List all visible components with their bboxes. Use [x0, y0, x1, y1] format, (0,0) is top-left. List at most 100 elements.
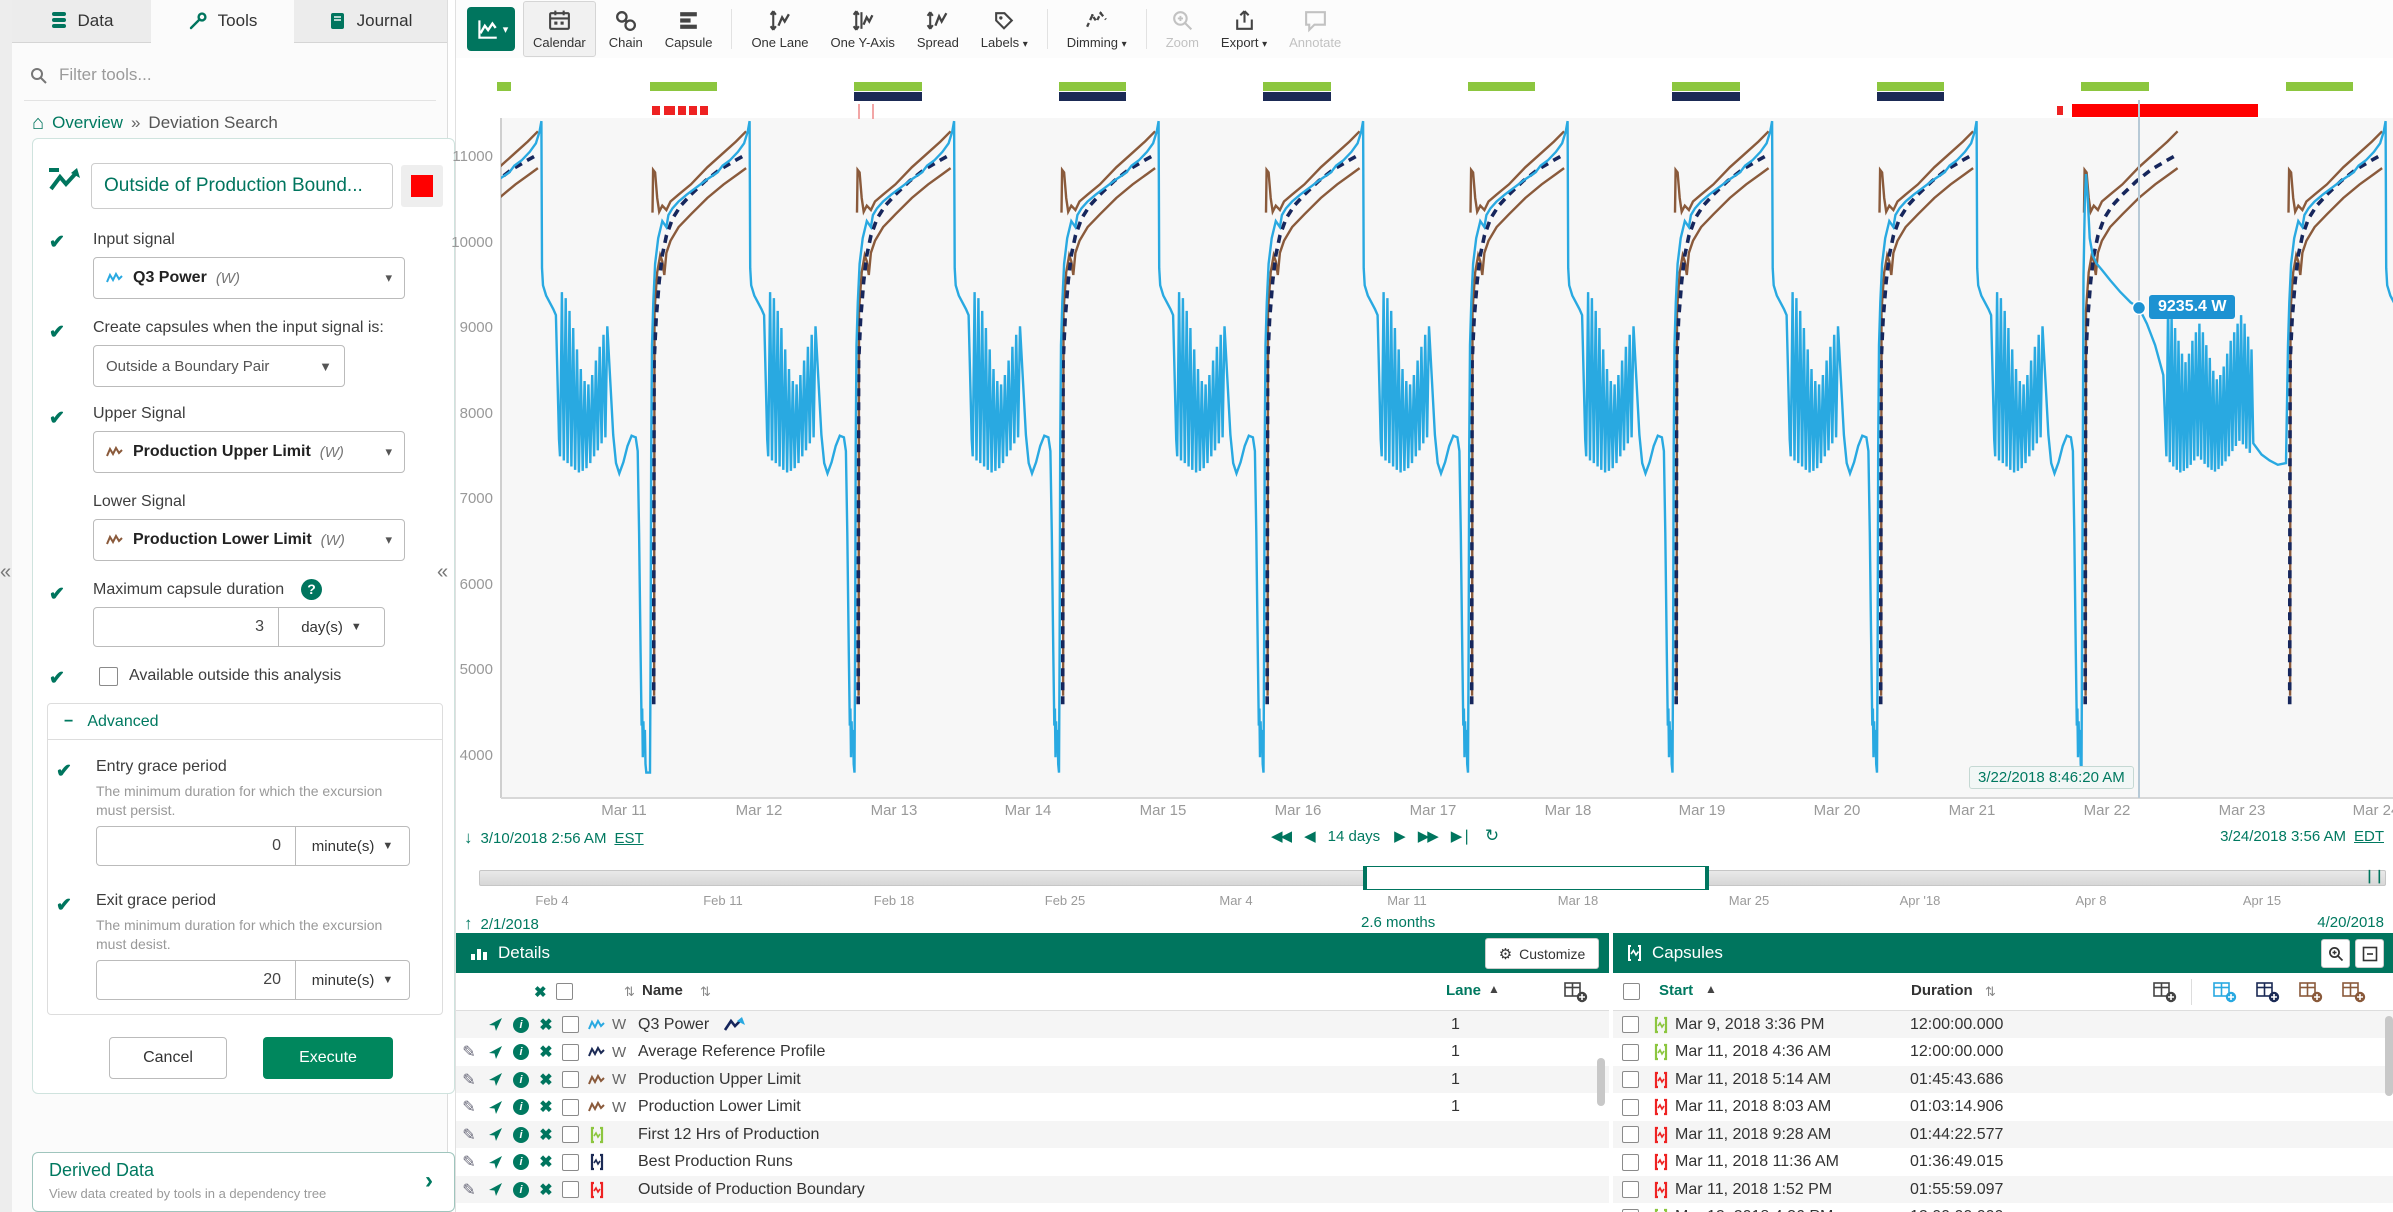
row-checkbox[interactable]: [1613, 1071, 1647, 1088]
capsule-bar-green[interactable]: [854, 82, 922, 91]
edit-icon[interactable]: ✎: [456, 1097, 482, 1117]
capsule-bar-red[interactable]: [2057, 106, 2063, 115]
capsule-collapse-button[interactable]: [2355, 939, 2384, 968]
select-all-checkbox[interactable]: [556, 983, 573, 1000]
add-stat-column-icon[interactable]: [2256, 981, 2280, 1003]
row-checkbox[interactable]: [558, 1044, 582, 1061]
input-signal-select[interactable]: Q3 Power (W) ▾: [93, 257, 405, 299]
start-timezone[interactable]: EST: [614, 830, 643, 847]
item-name[interactable]: Average Reference Profile: [638, 1043, 825, 1061]
lane-column-header[interactable]: Lane: [1446, 982, 1481, 999]
edit-icon[interactable]: ✎: [456, 1070, 482, 1090]
info-button[interactable]: i: [508, 1072, 534, 1088]
send-button[interactable]: [482, 1182, 508, 1197]
info-button[interactable]: i: [508, 1182, 534, 1198]
add-column-icon[interactable]: [1564, 981, 1588, 1003]
remove-icon[interactable]: ✖: [534, 1097, 558, 1117]
add-stat-column-icon[interactable]: [2299, 981, 2323, 1003]
sort-icon[interactable]: ⇅: [1985, 984, 1996, 1000]
range-duration-label[interactable]: 14 days: [1328, 828, 1381, 845]
details-row[interactable]: ✎i✖Outside of Production Boundary: [456, 1176, 1609, 1203]
remove-all-icon[interactable]: ✖: [534, 983, 547, 1001]
exit-grace-unit-select[interactable]: minute(s) ▼: [296, 960, 410, 1000]
item-name[interactable]: Production Upper Limit: [638, 1071, 801, 1089]
capsule-row[interactable]: Mar 11, 2018 11:36 AM01:36:49.015: [1613, 1149, 2393, 1176]
capsule-row[interactable]: Mar 11, 2018 9:28 AM01:44:22.577: [1613, 1121, 2393, 1148]
row-checkbox[interactable]: [1613, 1126, 1647, 1143]
capsule-bar-navy[interactable]: [1059, 92, 1126, 101]
home-icon[interactable]: ⌂: [32, 112, 44, 135]
start-column-header[interactable]: Start: [1659, 982, 1693, 999]
entry-grace-input[interactable]: 0: [96, 826, 296, 866]
row-checkbox[interactable]: [558, 1099, 582, 1116]
info-button[interactable]: i: [508, 1127, 534, 1143]
execute-button[interactable]: Execute: [263, 1037, 393, 1079]
remove-icon[interactable]: ✖: [534, 1015, 558, 1035]
rewind-icon[interactable]: ◀◀: [1271, 827, 1290, 845]
details-row[interactable]: ✎i✖WAverage Reference Profile1: [456, 1039, 1609, 1066]
condition-select[interactable]: Outside a Boundary Pair ▼: [93, 345, 345, 387]
refresh-icon[interactable]: ↻: [1485, 826, 1499, 846]
info-button[interactable]: i: [508, 1017, 534, 1033]
capsule-bar-navy[interactable]: [1877, 92, 1944, 101]
item-name[interactable]: Q3 Power: [638, 1016, 709, 1034]
capsule-bar-green[interactable]: [650, 82, 717, 91]
edit-icon[interactable]: ✎: [456, 1042, 482, 1062]
capsule-bar-red[interactable]: [664, 106, 675, 115]
capsule-row[interactable]: Mar 12, 2018 4:36 PM12:00:00.000: [1613, 1204, 2393, 1212]
capsule-zoom-button[interactable]: [2321, 939, 2350, 968]
investigate-range-start[interactable]: ↑ 2/1/2018: [464, 914, 539, 934]
capsule-row[interactable]: Mar 11, 2018 4:36 AM12:00:00.000: [1613, 1039, 2393, 1066]
exit-grace-input[interactable]: 20: [96, 960, 296, 1000]
collapse-sidebar-icon[interactable]: «: [437, 562, 448, 582]
tool-name-input[interactable]: Outside of Production Bound...: [91, 163, 393, 209]
item-name[interactable]: First 12 Hrs of Production: [638, 1126, 819, 1144]
capsule-bar-red-selected[interactable]: [2072, 104, 2258, 117]
remove-icon[interactable]: ✖: [534, 1125, 558, 1145]
add-stat-column-icon[interactable]: [2342, 981, 2366, 1003]
skip-to-end-icon[interactable]: ▶❘: [1451, 827, 1471, 845]
color-swatch-button[interactable]: [401, 165, 443, 207]
tab-data[interactable]: Data: [12, 0, 152, 43]
step-forward-icon[interactable]: ▶: [1394, 827, 1404, 845]
timeline-handle-icon[interactable]: ❘❘: [2364, 868, 2378, 886]
capsule-row[interactable]: Mar 11, 2018 5:14 AM01:45:43.686: [1613, 1066, 2393, 1093]
name-column-header[interactable]: Name: [642, 982, 683, 999]
display-range-end[interactable]: 3/24/2018 3:56 AM EDT: [2220, 828, 2384, 845]
capsule-bar-green[interactable]: [1672, 82, 1740, 91]
capsule-bar-red[interactable]: [700, 106, 708, 115]
row-checkbox[interactable]: [1613, 1099, 1647, 1116]
capsule-bar-green[interactable]: [1468, 82, 1535, 91]
capsule-bar-green[interactable]: [2081, 82, 2149, 91]
send-button[interactable]: [482, 1072, 508, 1087]
collapse-left-icon[interactable]: «: [0, 562, 11, 582]
add-stat-column-icon[interactable]: [2153, 981, 2177, 1003]
row-checkbox[interactable]: [1613, 1044, 1647, 1061]
capsule-bar-navy[interactable]: [1263, 92, 1331, 101]
row-checkbox[interactable]: [558, 1071, 582, 1088]
details-row[interactable]: i✖WQ3 Power1: [456, 1011, 1609, 1038]
edit-icon[interactable]: ✎: [456, 1180, 482, 1200]
capsule-bar-green[interactable]: [497, 82, 511, 91]
fast-forward-icon[interactable]: ▶▶: [1418, 827, 1437, 845]
investigate-range-end[interactable]: 4/20/2018: [2317, 914, 2384, 931]
info-button[interactable]: i: [508, 1154, 534, 1170]
customize-button[interactable]: ⚙ Customize: [1485, 938, 1599, 969]
item-name[interactable]: Outside of Production Boundary: [638, 1181, 865, 1199]
item-name[interactable]: Production Lower Limit: [638, 1098, 801, 1116]
details-row[interactable]: ✎i✖First 12 Hrs of Production: [456, 1121, 1609, 1148]
capsule-bar-green[interactable]: [1877, 82, 1944, 91]
sort-icon[interactable]: ⇅: [624, 984, 635, 1000]
select-all-capsules-checkbox[interactable]: [1623, 983, 1640, 1000]
send-button[interactable]: [482, 1045, 508, 1060]
derived-data-card[interactable]: Derived Data View data created by tools …: [32, 1152, 455, 1212]
remove-icon[interactable]: ✖: [534, 1042, 558, 1062]
row-checkbox[interactable]: [558, 1126, 582, 1143]
lower-signal-select[interactable]: Production Lower Limit (W) ▾: [93, 519, 405, 561]
send-button[interactable]: [482, 1127, 508, 1142]
row-checkbox[interactable]: [558, 1154, 582, 1171]
item-name[interactable]: Best Production Runs: [638, 1153, 793, 1171]
row-checkbox[interactable]: [558, 1016, 582, 1033]
edit-icon[interactable]: ✎: [456, 1152, 482, 1172]
remove-icon[interactable]: ✖: [534, 1152, 558, 1172]
